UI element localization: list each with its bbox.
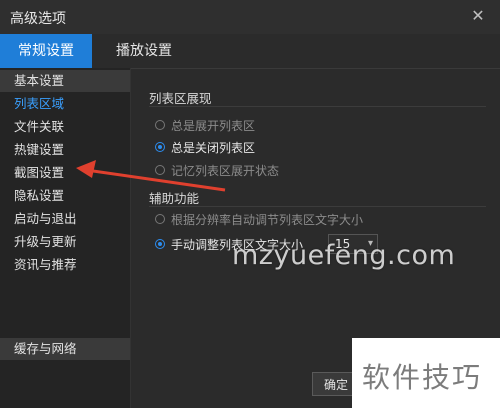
sidebar-item-upgrade[interactable]: 升级与更新 <box>0 231 130 253</box>
tab-bar: 常规设置 播放设置 <box>0 34 500 69</box>
sidebar-item-file-association[interactable]: 文件关联 <box>0 116 130 138</box>
watermark: mzyuefeng.com <box>232 240 456 271</box>
divider <box>149 206 486 207</box>
option-label: 记忆列表区展开状态 <box>171 164 280 178</box>
sidebar-item-list-area[interactable]: 列表区域 <box>0 93 130 115</box>
sidebar-item-news[interactable]: 资讯与推荐 <box>0 254 130 276</box>
radio-remember-state[interactable]: 记忆列表区展开状态 <box>155 162 280 180</box>
option-label: 总是关闭列表区 <box>171 141 256 155</box>
radio-checked-icon <box>155 142 165 152</box>
radio-icon <box>155 214 165 224</box>
tab-playback-settings[interactable]: 播放设置 <box>98 34 190 68</box>
radio-always-close[interactable]: 总是关闭列表区 <box>155 139 256 157</box>
sidebar-item-screenshot[interactable]: 截图设置 <box>0 162 130 184</box>
settings-panel: 列表区展现 总是展开列表区 总是关闭列表区 记忆列表区展开状态 辅助功能 根据分… <box>131 68 500 368</box>
tab-general-settings[interactable]: 常规设置 <box>0 34 92 68</box>
title-bar: 高级选项 ✕ <box>0 0 500 35</box>
radio-checked-icon <box>155 239 165 249</box>
sidebar-item-basic[interactable]: 基本设置 <box>0 70 130 92</box>
sidebar-item-cache-network[interactable]: 缓存与网络 <box>0 338 130 360</box>
site-badge: 软件技巧 <box>352 338 500 408</box>
radio-icon <box>155 120 165 130</box>
radio-always-expand[interactable]: 总是展开列表区 <box>155 117 256 135</box>
sidebar: 基本设置 列表区域 文件关联 热键设置 截图设置 隐私设置 启动与退出 升级与更… <box>0 68 131 408</box>
radio-auto-font-size[interactable]: 根据分辨率自动调节列表区文字大小 <box>155 211 364 229</box>
badge-text: 软件技巧 <box>362 361 483 394</box>
divider <box>149 106 486 107</box>
radio-icon <box>155 165 165 175</box>
close-icon[interactable]: ✕ <box>468 6 488 26</box>
section-title-accessibility: 辅助功能 <box>149 191 200 206</box>
option-label: 根据分辨率自动调节列表区文字大小 <box>171 213 364 227</box>
sidebar-item-hotkeys[interactable]: 热键设置 <box>0 139 130 161</box>
sidebar-item-privacy[interactable]: 隐私设置 <box>0 185 130 207</box>
sidebar-item-startup-exit[interactable]: 启动与退出 <box>0 208 130 230</box>
option-label: 总是展开列表区 <box>171 119 256 133</box>
window-title: 高级选项 <box>10 11 66 27</box>
section-title-list-display: 列表区展现 <box>149 91 212 106</box>
